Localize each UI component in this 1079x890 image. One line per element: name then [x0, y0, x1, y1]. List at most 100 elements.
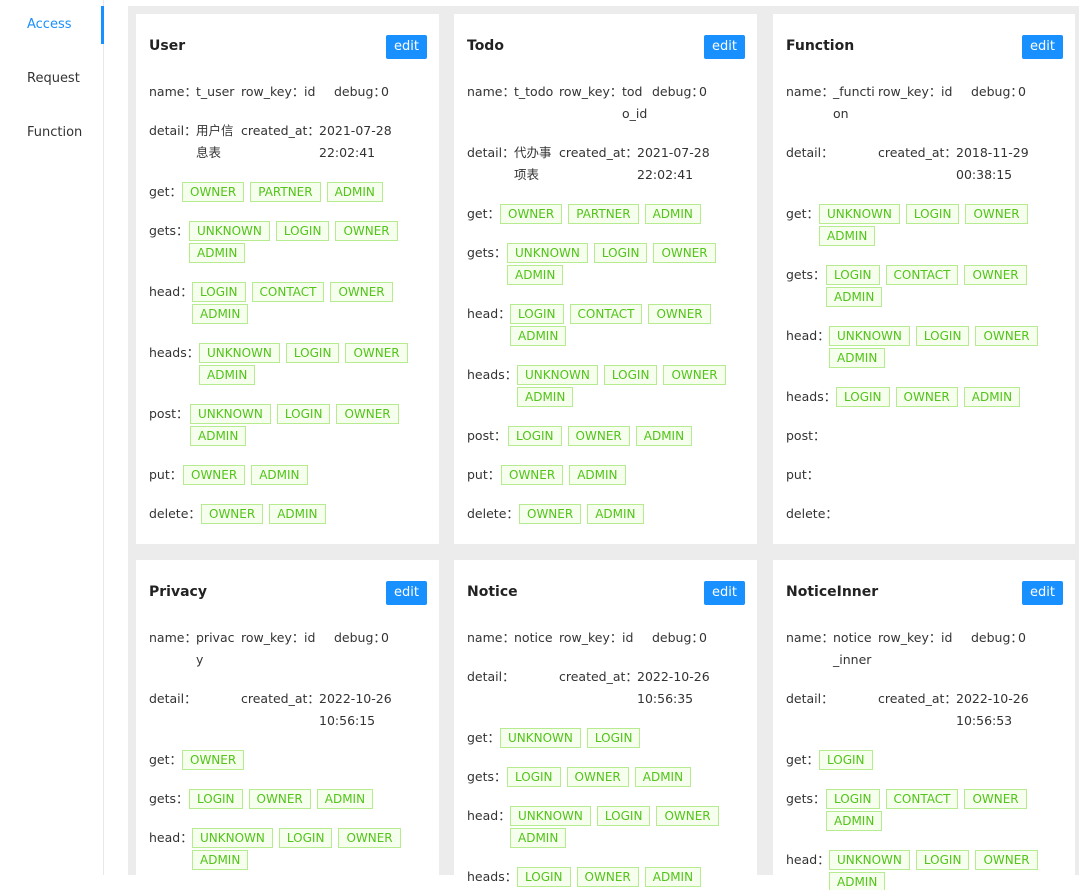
perm-label: delete：: [467, 506, 519, 521]
name-value: notice_inner: [833, 630, 872, 667]
name-value: t_todo: [514, 84, 554, 99]
perm-label: heads：: [786, 389, 837, 404]
perm-label: get：: [149, 184, 183, 199]
created-at-value: 2021-07-28 22:02:41: [637, 145, 710, 182]
perm-label: get：: [149, 752, 183, 767]
card-grid: User edit name： t_user row_key： id debug： 0 deta…: [128, 6, 1079, 890]
perm-label: delete：: [786, 506, 838, 521]
debug-label: debug：: [971, 84, 1023, 99]
role-tag: ADMIN: [635, 426, 693, 446]
sidebar-item-request[interactable]: Request: [27, 71, 80, 86]
created-at-label: created_at：: [878, 145, 957, 160]
role-tag: PARTNER: [250, 182, 321, 202]
debug-value: 0: [699, 630, 707, 645]
role-tag: OWNER: [567, 426, 630, 446]
role-tag-list: OWNER ADMIN: [519, 503, 749, 525]
debug-label: debug：: [971, 630, 1023, 645]
role-tag: ADMIN: [569, 465, 626, 485]
role-tag: ADMIN: [192, 850, 249, 870]
role-tag: OWNER: [964, 789, 1027, 809]
perm-label: gets：: [467, 769, 507, 784]
perm-label: post：: [149, 406, 189, 421]
row-key-value: todo_id: [622, 84, 648, 121]
role-tag: OWNER: [975, 850, 1038, 870]
role-tag: CONTACT: [251, 282, 325, 302]
role-tag: ADMIN: [269, 504, 326, 524]
edit-button[interactable]: edit: [704, 35, 745, 59]
role-tag: ADMIN: [963, 387, 1021, 407]
name-label: name：: [786, 630, 834, 645]
role-tag: LOGIN: [517, 867, 571, 887]
debug-value: 0: [699, 84, 707, 99]
created-at-value: 2022-10-26 10:56:53: [956, 691, 1029, 728]
card-title: Todo: [467, 38, 504, 54]
role-tag: OWNER: [653, 243, 716, 263]
name-label: name：: [149, 630, 197, 645]
perm-label: delete：: [149, 506, 201, 521]
edit-button[interactable]: edit: [704, 581, 745, 605]
detail-label: detail：: [149, 691, 197, 706]
edit-button[interactable]: edit: [386, 35, 427, 59]
role-tag: LOGIN: [278, 828, 333, 848]
role-tag: OWNER: [964, 265, 1027, 285]
name-value: notice: [514, 630, 553, 645]
role-tag: UNKNOWN: [500, 728, 581, 748]
role-tag: OWNER: [335, 221, 398, 241]
role-tag: LOGIN: [189, 789, 243, 809]
role-tag: UNKNOWN: [510, 806, 591, 826]
row-key-label: row_key：: [559, 630, 623, 645]
card-title: Privacy: [149, 584, 207, 600]
perm-label: get：: [786, 206, 820, 221]
row-key-value: id: [941, 84, 953, 99]
created-at-value: 2022-10-26 10:56:35: [637, 669, 710, 706]
sidebar-item-function[interactable]: Function: [27, 125, 82, 140]
role-tag-list: UNKNOWN LOGIN OWNER ADMIN: [507, 242, 749, 286]
perm-label: put：: [467, 467, 501, 482]
sidebar-item-access[interactable]: Access: [27, 17, 72, 32]
role-tag: LOGIN: [915, 326, 970, 346]
role-tag: ADMIN: [587, 504, 644, 524]
perm-label: gets：: [149, 223, 189, 238]
role-tag: LOGIN: [603, 365, 658, 385]
perm-label: put：: [786, 467, 820, 482]
debug-label: debug：: [334, 630, 386, 645]
detail-label: detail：: [467, 669, 515, 684]
role-tag-list: UNKNOWN LOGIN OWNER ADMIN: [192, 827, 431, 871]
role-tag: UNKNOWN: [819, 204, 900, 224]
role-tag: LOGIN: [596, 806, 651, 826]
role-tag-list: LOGIN OWNER ADMIN: [508, 425, 749, 447]
role-tag: ADMIN: [826, 811, 883, 831]
role-tag: ADMIN: [192, 304, 249, 324]
row-key-label: row_key：: [559, 84, 623, 99]
row-key-value: id: [941, 630, 953, 645]
role-tag: ADMIN: [190, 426, 247, 446]
created-at-label: created_at：: [241, 123, 320, 138]
role-tag: UNKNOWN: [829, 850, 910, 870]
role-tag: LOGIN: [275, 221, 330, 241]
edit-button[interactable]: edit: [1022, 35, 1063, 59]
perm-label: get：: [786, 752, 820, 767]
role-tag-list: LOGIN CONTACT OWNER ADMIN: [192, 281, 431, 325]
created-at-value: 2018-11-29 00:38:15: [956, 145, 1029, 182]
perm-label: head：: [467, 306, 511, 321]
role-tag-list: OWNER ADMIN: [183, 464, 431, 486]
role-tag-list: LOGIN OWNER ADMIN: [836, 386, 1067, 408]
role-tag: ADMIN: [316, 789, 374, 809]
role-tag: LOGIN: [510, 304, 564, 324]
role-tag-list: UNKNOWN LOGIN OWNER ADMIN: [190, 403, 431, 447]
edit-button[interactable]: edit: [386, 581, 427, 605]
card-noticeinner: NoticeInner edit name： notice_inner row_key：…: [773, 560, 1075, 890]
role-tag: LOGIN: [836, 387, 890, 407]
role-tag: OWNER: [965, 204, 1028, 224]
role-tag: OWNER: [336, 404, 399, 424]
role-tag: UNKNOWN: [517, 365, 598, 385]
role-tag: LOGIN: [285, 343, 340, 363]
role-tag: ADMIN: [829, 348, 886, 368]
role-tag: ADMIN: [510, 326, 567, 346]
role-tag: OWNER: [663, 365, 726, 385]
edit-button[interactable]: edit: [1022, 581, 1063, 605]
detail-value: 代办事项表: [514, 145, 552, 182]
perm-label: post：: [467, 428, 507, 443]
role-tag-list: OWNER: [182, 749, 431, 771]
role-tag-list: UNKNOWN LOGIN OWNER ADMIN: [199, 342, 431, 386]
